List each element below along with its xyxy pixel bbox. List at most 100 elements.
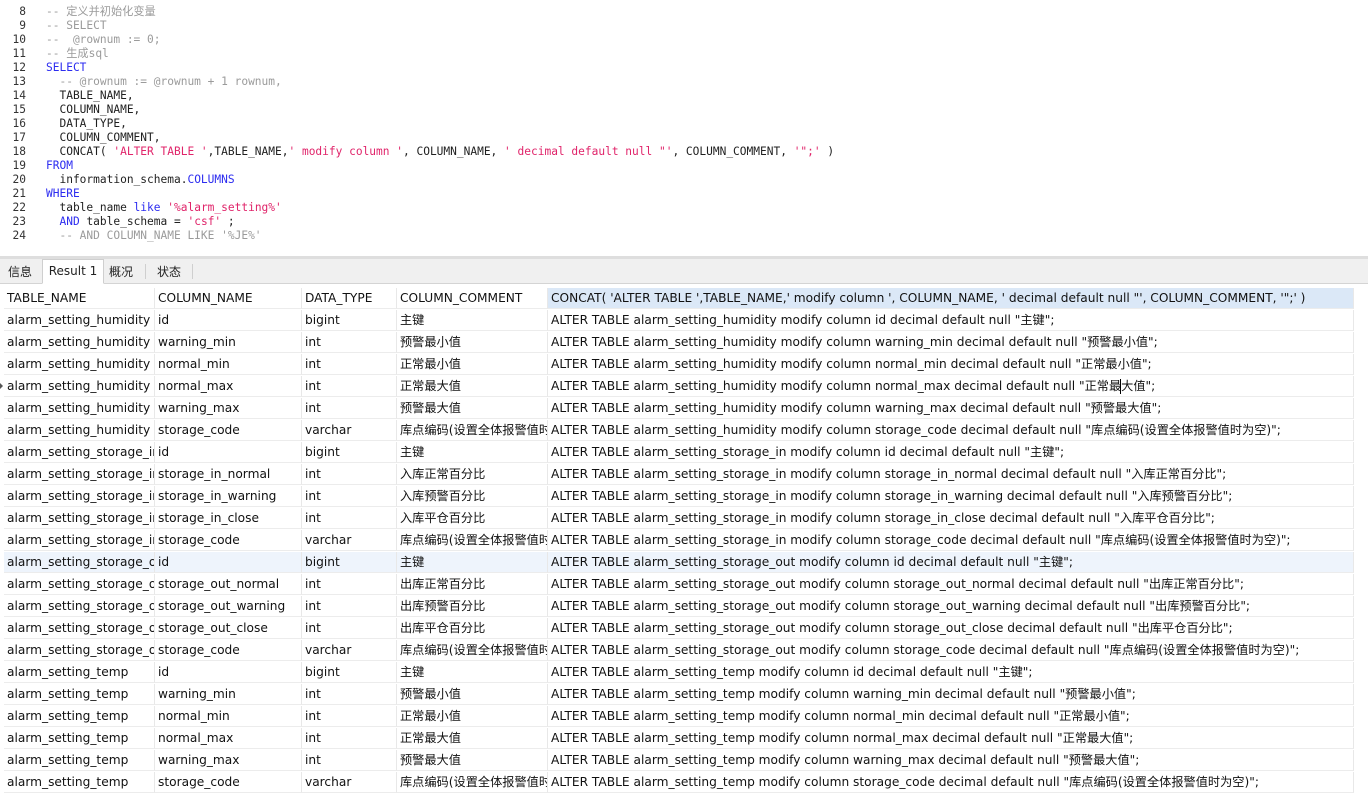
cell-data-type[interactable]: int xyxy=(302,750,397,771)
cell-data-type[interactable]: int xyxy=(302,684,397,705)
cell-data-type[interactable]: int xyxy=(302,596,397,617)
cell-column-comment[interactable]: 库点编码(设置全体报警值时为空) xyxy=(397,640,548,661)
cell-table-name[interactable]: alarm_setting_temp xyxy=(4,728,155,749)
cell-column-comment[interactable]: 入库正常百分比 xyxy=(397,464,548,485)
cell-column-comment[interactable]: 出库正常百分比 xyxy=(397,574,548,595)
table-row[interactable]: alarm_setting_humidity storage_code varcha… xyxy=(0,420,1354,442)
cell-column-name[interactable]: id xyxy=(155,310,302,331)
cell-column-name[interactable]: normal_max xyxy=(155,376,302,397)
cell-column-name[interactable]: normal_max xyxy=(155,728,302,749)
cell-column-name[interactable]: warning_min xyxy=(155,332,302,353)
table-row[interactable]: alarm_setting_storage_in storage_in_norma… xyxy=(0,464,1354,486)
cell-data-type[interactable]: int xyxy=(302,618,397,639)
cell-data-type[interactable]: int xyxy=(302,464,397,485)
cell-column-comment[interactable]: 库点编码(设置全体报警值时为空) xyxy=(397,530,548,551)
cell-table-name[interactable]: alarm_setting_storage_in xyxy=(4,530,155,551)
cell-concat[interactable]: ALTER TABLE alarm_setting_storage_out mo… xyxy=(548,618,1354,639)
cell-table-name[interactable]: alarm_setting_storage_in xyxy=(4,486,155,507)
cell-data-type[interactable]: int xyxy=(302,486,397,507)
cell-column-comment[interactable]: 库点编码(设置全体报警值时为空) xyxy=(397,420,548,441)
column-header-table-name[interactable]: TABLE_NAME xyxy=(4,288,155,309)
cell-column-comment[interactable]: 预警最小值 xyxy=(397,684,548,705)
cell-column-name[interactable]: storage_code xyxy=(155,530,302,551)
table-row[interactable]: alarm_setting_storage_out storage_out_clo… xyxy=(0,618,1354,640)
cell-table-name[interactable]: alarm_setting_storage_in xyxy=(4,508,155,529)
cell-concat[interactable]: ALTER TABLE alarm_setting_temp modify co… xyxy=(548,706,1354,727)
cell-table-name[interactable]: alarm_setting_temp xyxy=(4,684,155,705)
cell-concat[interactable]: ALTER TABLE alarm_setting_humidity modif… xyxy=(548,420,1354,441)
cell-data-type[interactable]: bigint xyxy=(302,310,397,331)
cell-table-name[interactable]: alarm_setting_storage_out xyxy=(4,596,155,617)
table-row[interactable]: alarm_setting_humidity id bigint 主键 ALTER TA… xyxy=(0,310,1354,332)
table-row[interactable]: alarm_setting_storage_out storage_out_nor… xyxy=(0,574,1354,596)
cell-concat[interactable]: ALTER TABLE alarm_setting_storage_in mod… xyxy=(548,530,1354,551)
cell-table-name[interactable]: alarm_setting_temp xyxy=(4,772,155,793)
cell-column-name[interactable]: warning_max xyxy=(155,750,302,771)
cell-column-comment[interactable]: 预警最大值 xyxy=(397,750,548,771)
cell-data-type[interactable]: varchar xyxy=(302,640,397,661)
cell-table-name[interactable]: alarm_setting_storage_in xyxy=(4,464,155,485)
cell-data-type[interactable]: varchar xyxy=(302,420,397,441)
tab-result-1[interactable]: Result 1 xyxy=(42,259,104,284)
table-row[interactable]: alarm_setting_humidity warning_min int 预警最小… xyxy=(0,332,1354,354)
cell-data-type[interactable]: int xyxy=(302,376,397,397)
cell-data-type[interactable]: int xyxy=(302,398,397,419)
cell-concat[interactable]: ALTER TABLE alarm_setting_storage_out mo… xyxy=(548,640,1354,661)
cell-data-type[interactable]: int xyxy=(302,728,397,749)
cell-column-name[interactable]: storage_out_warning xyxy=(155,596,302,617)
cell-data-type[interactable]: int xyxy=(302,332,397,353)
cell-column-name[interactable]: normal_min xyxy=(155,706,302,727)
cell-concat[interactable]: ALTER TABLE alarm_setting_humidity modif… xyxy=(548,398,1354,419)
cell-column-comment[interactable]: 出库平仓百分比 xyxy=(397,618,548,639)
cell-column-comment[interactable]: 预警最大值 xyxy=(397,398,548,419)
cell-table-name[interactable]: alarm_setting_storage_out xyxy=(4,618,155,639)
cell-column-comment[interactable]: 入库预警百分比 xyxy=(397,486,548,507)
cell-table-name[interactable]: alarm_setting_humidity xyxy=(4,354,155,375)
column-header-column-comment[interactable]: COLUMN_COMMENT xyxy=(397,288,548,309)
table-row[interactable]: alarm_setting_temp storage_code varchar 库点编… xyxy=(0,772,1354,794)
cell-table-name[interactable]: alarm_setting_temp xyxy=(4,706,155,727)
cell-table-name[interactable]: alarm_setting_humidity xyxy=(4,310,155,331)
cell-concat[interactable]: ALTER TABLE alarm_setting_temp modify co… xyxy=(548,750,1354,771)
cell-column-name[interactable]: storage_in_close xyxy=(155,508,302,529)
cell-concat[interactable]: ALTER TABLE alarm_setting_temp modify co… xyxy=(548,728,1354,749)
cell-data-type[interactable]: int xyxy=(302,354,397,375)
cell-concat[interactable]: ALTER TABLE alarm_setting_humidity modif… xyxy=(548,332,1354,353)
table-row[interactable]: alarm_setting_storage_out id bigint 主键 ALTER… xyxy=(0,552,1354,574)
cell-column-comment[interactable]: 正常最大值 xyxy=(397,376,548,397)
cell-data-type[interactable]: int xyxy=(302,508,397,529)
cell-data-type[interactable]: int xyxy=(302,574,397,595)
cell-table-name[interactable]: alarm_setting_temp xyxy=(4,750,155,771)
cell-concat[interactable]: ALTER TABLE alarm_setting_storage_in mod… xyxy=(548,486,1354,507)
cell-column-comment[interactable]: 库点编码(设置全体报警值时为空) xyxy=(397,772,548,793)
cell-concat[interactable]: ALTER TABLE alarm_setting_storage_out mo… xyxy=(548,574,1354,595)
cell-data-type[interactable]: varchar xyxy=(302,530,397,551)
cell-column-comment[interactable]: 正常最大值 xyxy=(397,728,548,749)
cell-data-type[interactable]: bigint xyxy=(302,552,397,573)
result-grid[interactable]: TABLE_NAME COLUMN_NAME DATA_TYPE COLUMN_… xyxy=(0,284,1368,802)
cell-column-name[interactable]: storage_in_normal xyxy=(155,464,302,485)
cell-column-name[interactable]: warning_max xyxy=(155,398,302,419)
cell-table-name[interactable]: alarm_setting_storage_out xyxy=(4,552,155,573)
tab-status[interactable]: 状态 xyxy=(150,261,188,284)
cell-data-type[interactable]: int xyxy=(302,706,397,727)
cell-concat[interactable]: ALTER TABLE alarm_setting_storage_out mo… xyxy=(548,596,1354,617)
cell-table-name[interactable]: alarm_setting_storage_out xyxy=(4,574,155,595)
cell-table-name[interactable]: alarm_setting_storage_in xyxy=(4,442,155,463)
cell-table-name[interactable]: alarm_setting_temp xyxy=(4,662,155,683)
table-row[interactable]: alarm_setting_humidity normal_min int 正常最小值… xyxy=(0,354,1354,376)
cell-table-name[interactable]: alarm_setting_storage_out xyxy=(4,640,155,661)
table-row[interactable]: alarm_setting_storage_in storage_in_warni… xyxy=(0,486,1354,508)
cell-column-comment[interactable]: 出库预警百分比 xyxy=(397,596,548,617)
table-row[interactable]: alarm_setting_temp warning_min int 预警最小值 ALT… xyxy=(0,684,1354,706)
cell-column-name[interactable]: id xyxy=(155,662,302,683)
cell-column-name[interactable]: storage_code xyxy=(155,640,302,661)
cell-table-name[interactable]: alarm_setting_humidity xyxy=(4,398,155,419)
table-row[interactable]: alarm_setting_humidity warning_max int 预警最大… xyxy=(0,398,1354,420)
cell-concat[interactable]: ALTER TABLE alarm_setting_storage_in mod… xyxy=(548,508,1354,529)
cell-concat[interactable]: ALTER TABLE alarm_setting_storage_in mod… xyxy=(548,442,1354,463)
tab-info[interactable]: 信息 xyxy=(0,261,40,284)
cell-column-comment[interactable]: 入库平仓百分比 xyxy=(397,508,548,529)
cell-column-comment[interactable]: 主键 xyxy=(397,552,548,573)
cell-column-comment[interactable]: 预警最小值 xyxy=(397,332,548,353)
